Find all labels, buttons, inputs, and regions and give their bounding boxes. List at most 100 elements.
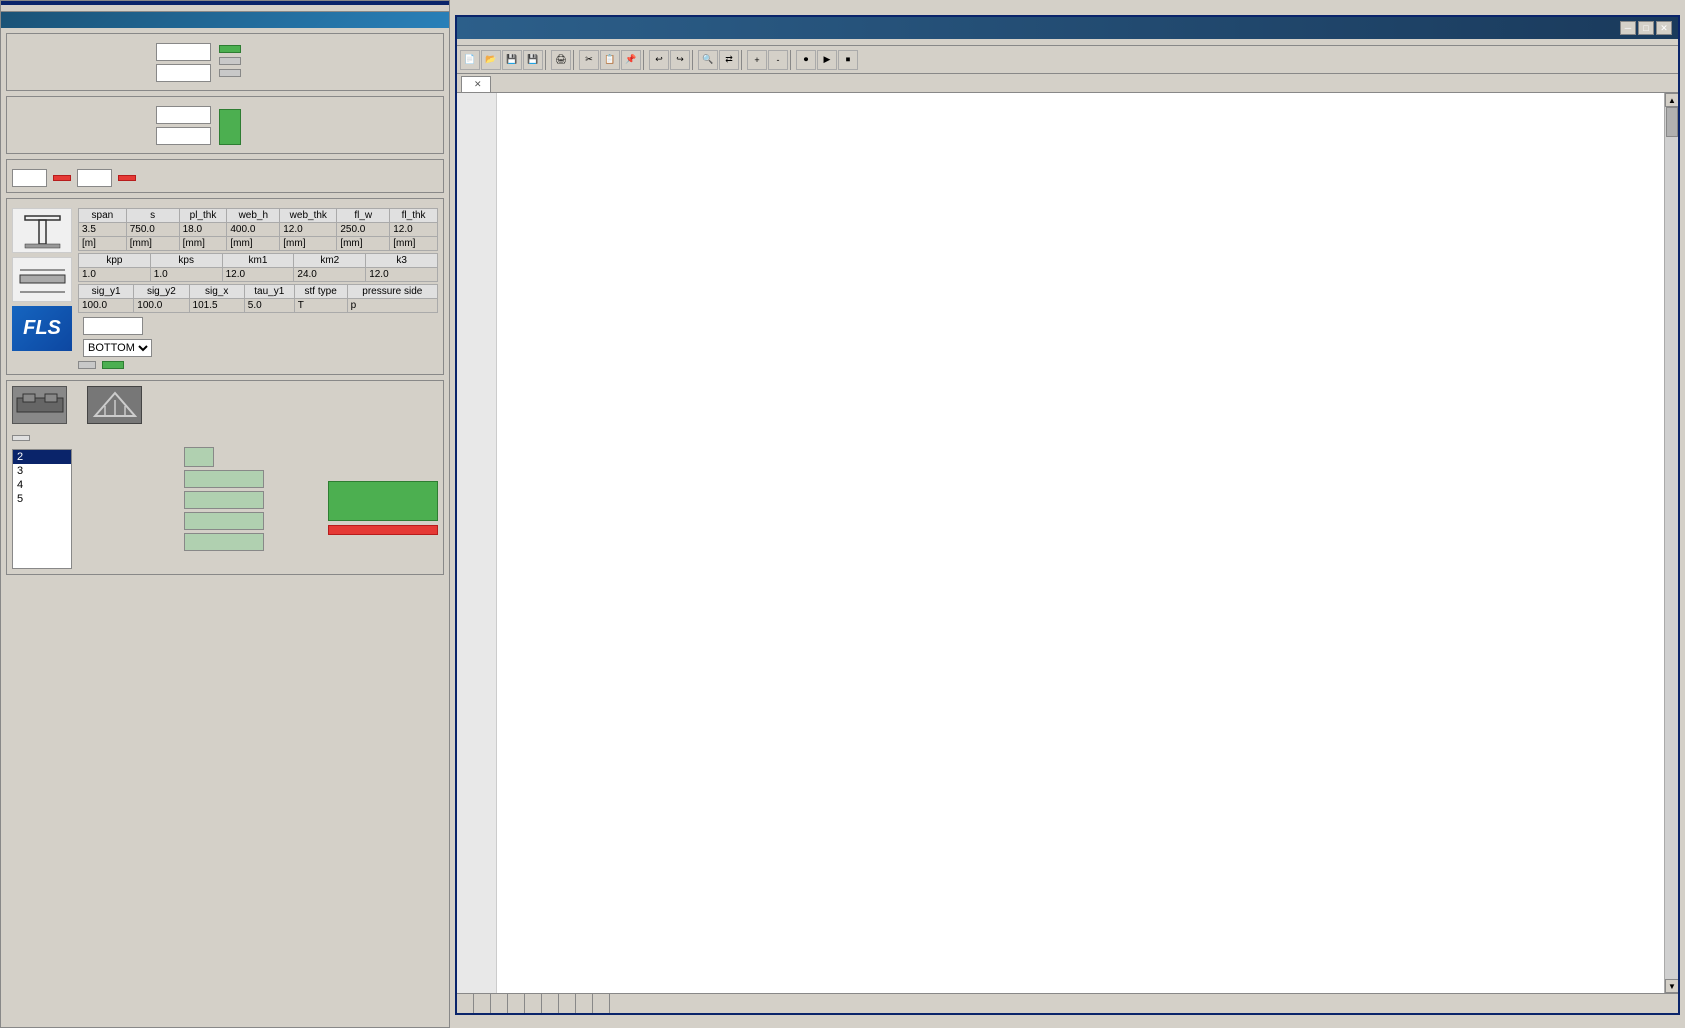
menu-sesam[interactable] [61,7,73,9]
comp-item-5[interactable]: 5 [13,492,71,506]
npp-menu-plugins[interactable] [619,40,635,44]
scroll-track[interactable] [1665,107,1678,979]
min-elevation-input[interactable] [184,533,264,551]
val-span[interactable] [79,223,127,237]
val-km1[interactable] [222,268,294,282]
move-point-button[interactable] [219,69,241,77]
notepad-window: ─ □ ✕ 📄 📂 💾 💾 🖨 ✂ 📋 📌 ↩ ↪ 🔍 [455,15,1680,1015]
menu-file[interactable] [5,7,17,9]
npp-menu-view[interactable] [507,40,523,44]
val-web-h[interactable] [227,223,280,237]
npp-menu-edit[interactable] [475,40,491,44]
val-pressside[interactable] [347,299,437,313]
max-elevation-input[interactable] [184,512,264,530]
delete-tanks-button[interactable] [328,525,438,535]
copy-point-button[interactable] [219,57,241,65]
npp-tab-testjs[interactable]: ✕ [461,76,491,92]
show-types-button[interactable] [78,361,96,369]
redo-button[interactable]: ↪ [670,50,690,70]
paste-button[interactable]: 📌 [621,50,641,70]
npp-maximize-button[interactable]: □ [1638,21,1654,35]
val-kpp[interactable] [79,268,151,282]
vertical-scrollbar[interactable]: ▲ ▼ [1664,93,1678,993]
tank-density-row [80,470,320,488]
scroll-thumb[interactable] [1666,107,1678,137]
comp-item-2[interactable]: 2 [13,450,71,464]
external-pressures-button[interactable] [87,386,147,424]
scroll-up-button[interactable]: ▲ [1665,93,1678,107]
col-tauy1: tau_y1 [244,285,294,299]
stop-button[interactable]: ⏹ [838,50,858,70]
menu-help[interactable] [33,7,45,9]
record-button[interactable]: ⏺ [796,50,816,70]
struct-type-select[interactable]: BOTTOM TOP SIDE [83,339,152,357]
npp-menu-file[interactable] [459,40,475,44]
find-button[interactable]: 🔍 [698,50,718,70]
menu-reporting[interactable] [47,7,59,9]
toolbar-sep-3 [643,50,647,70]
add-to-line-button[interactable] [102,361,124,369]
save-all-button[interactable]: 💾 [523,50,543,70]
val-sigy1[interactable] [79,299,134,313]
npp-menu-run[interactable] [603,40,619,44]
code-editor[interactable] [497,93,1664,993]
npp-menu-language[interactable] [539,40,555,44]
point-x-input[interactable] [156,43,211,61]
play-button[interactable]: ▶ [817,50,837,70]
comp-item-4[interactable]: 4 [13,478,71,492]
val-pl-thk[interactable] [179,223,227,237]
replace-button[interactable]: ⇄ [719,50,739,70]
val-fl-w[interactable] [337,223,390,237]
npp-menu-settings[interactable] [555,40,571,44]
scroll-down-button[interactable]: ▼ [1665,979,1678,993]
delete-point-input[interactable] [77,169,112,187]
npp-menu-window[interactable] [635,40,651,44]
to-point-input[interactable] [156,127,211,145]
zoom-in-button[interactable]: + [747,50,767,70]
val-sigx[interactable] [189,299,244,313]
npp-close-button[interactable]: ✕ [1656,21,1672,35]
val-web-thk[interactable] [280,223,337,237]
undo-button[interactable]: ↩ [649,50,669,70]
copy-button[interactable]: 📋 [600,50,620,70]
add-point-button[interactable] [219,45,241,53]
from-point-input[interactable] [156,106,211,124]
unit-mm5: [mm] [337,237,390,251]
npp-menu-tools[interactable] [571,40,587,44]
npp-menu-search[interactable] [491,40,507,44]
val-km2[interactable] [294,268,366,282]
display-comp-button[interactable] [12,435,30,441]
npp-tab-close-button[interactable]: ✕ [474,79,482,90]
cut-button[interactable]: ✂ [579,50,599,70]
material-yield-input[interactable] [83,317,143,335]
npp-menu-macro[interactable] [587,40,603,44]
set-comp-props-button[interactable] [328,481,438,521]
tank-density-input[interactable] [184,470,264,488]
save-file-button[interactable]: 💾 [502,50,522,70]
val-sigy2[interactable] [134,299,189,313]
val-s[interactable] [126,223,179,237]
val-kps[interactable] [150,268,222,282]
find-compartments-button[interactable] [12,386,72,424]
delete-line-button[interactable] [53,175,71,181]
new-file-button[interactable]: 📄 [460,50,480,70]
menu-geometry[interactable] [19,7,31,9]
delete-point-button[interactable] [118,175,136,181]
val-stftype[interactable] [294,299,347,313]
val-tauy1[interactable] [244,299,294,313]
val-fl-thk[interactable] [390,223,438,237]
delete-line-input[interactable] [12,169,47,187]
comp-list[interactable]: 2 3 4 5 [12,449,72,569]
zoom-out-button[interactable]: - [768,50,788,70]
add-line-button[interactable] [219,109,241,145]
npp-menu-encoding[interactable] [523,40,539,44]
npp-menu-help[interactable] [651,40,667,44]
print-button[interactable]: 🖨 [551,50,571,70]
col-sigy2: sig_y2 [134,285,189,299]
val-k3[interactable] [366,268,438,282]
npp-minimize-button[interactable]: ─ [1620,21,1636,35]
overpressure-input[interactable] [184,491,264,509]
point-y-input[interactable] [156,64,211,82]
open-file-button[interactable]: 📂 [481,50,501,70]
comp-item-3[interactable]: 3 [13,464,71,478]
